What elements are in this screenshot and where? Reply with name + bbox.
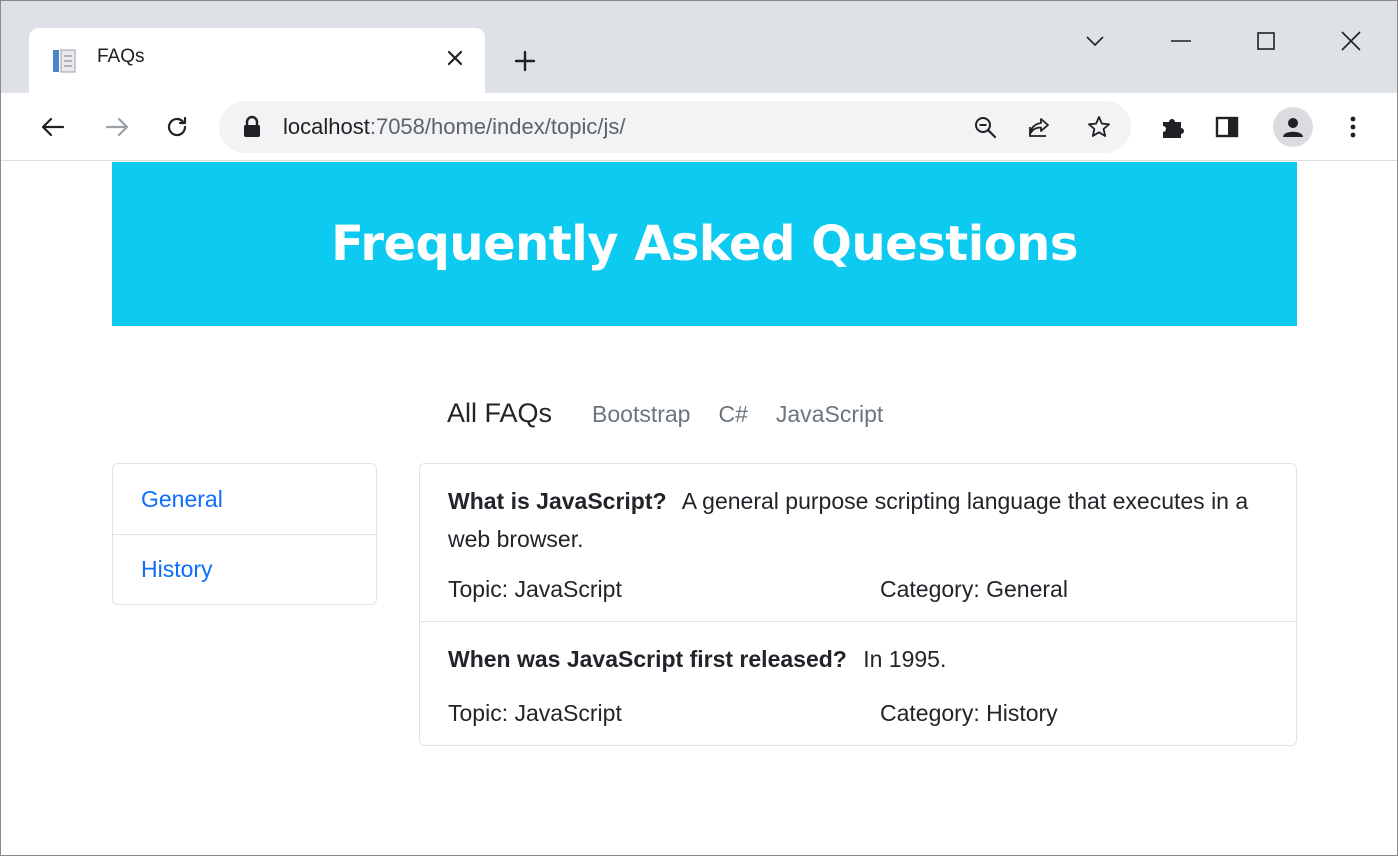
faq-meta: Topic: JavaScript Category: General [448,576,1268,603]
plus-icon [514,50,536,72]
tab-strip: FAQs [1,1,1397,93]
puzzle-icon [1163,119,1184,138]
lock-icon [244,115,260,137]
close-icon [1341,31,1361,51]
topic-link-all[interactable]: All FAQs [431,398,578,429]
faq-text: What is JavaScript? A general purpose sc… [448,482,1268,558]
zoom-out-icon [975,117,997,139]
arrow-right-icon [105,117,129,137]
close-icon [447,50,463,66]
minimize-button[interactable] [1161,23,1201,59]
faq-question: When was JavaScript first released? [448,646,847,672]
document-icon [53,49,76,73]
category-list: General History [112,463,377,605]
faq-list: What is JavaScript? A general purpose sc… [419,463,1297,746]
maximize-button[interactable] [1246,23,1286,59]
reload-button[interactable] [157,107,197,147]
faq-text: When was JavaScript first released? In 1… [448,640,1268,678]
tab-search-button[interactable] [1075,23,1115,59]
side-panel-icon [1215,116,1239,138]
arrow-left-icon [41,117,65,137]
new-tab-button[interactable] [505,41,545,81]
avatar-icon [1283,118,1303,137]
address-bar[interactable]: localhost:7058/home/index/topic/js/ [219,101,1131,153]
url-text: localhost:7058/home/index/topic/js/ [283,114,626,139]
tab-title: FAQs [97,46,145,67]
maximize-icon [1257,32,1275,50]
share-icon [1029,118,1049,137]
minimize-icon [1171,40,1191,42]
tab-faqs[interactable]: FAQs [29,28,485,93]
page-banner: Frequently Asked Questions [112,162,1297,326]
page-content: Frequently Asked Questions All FAQs Boot… [1,162,1397,855]
faq-meta: Topic: JavaScript Category: History [448,700,1268,727]
topic-nav: All FAQs Bootstrap C# JavaScript [431,398,897,438]
more-vert-icon [1350,116,1356,138]
topic-link-bootstrap[interactable]: Bootstrap [578,401,704,428]
category-link-general[interactable]: General [113,464,376,534]
profile-button[interactable] [1273,107,1313,147]
faq-item: When was JavaScript first released? In 1… [420,621,1296,745]
menu-button[interactable] [1333,107,1373,147]
faq-category: Category: General [880,576,1068,602]
close-tab-button[interactable] [439,42,471,74]
topic-link-csharp[interactable]: C# [704,401,761,428]
share-button[interactable] [1019,107,1059,147]
page-title: Frequently Asked Questions [331,216,1078,272]
forward-button[interactable] [97,107,137,147]
faq-question: What is JavaScript? [448,488,667,514]
category-link-history[interactable]: History [113,534,376,604]
extensions-button[interactable] [1153,107,1193,147]
chevron-down-icon [1086,36,1104,47]
browser-toolbar: localhost:7058/home/index/topic/js/ [1,93,1397,161]
faq-answer: In 1995. [863,646,947,672]
bookmark-button[interactable] [1079,107,1119,147]
star-icon [1088,116,1110,137]
reload-icon [167,116,187,137]
faq-item: What is JavaScript? A general purpose sc… [420,464,1296,621]
browser-window: FAQs localhost:7058/home/index/topic/js/… [0,0,1398,856]
faq-topic: Topic: JavaScript [448,700,622,726]
faq-category: Category: History [880,700,1058,726]
close-window-button[interactable] [1331,23,1371,59]
side-panel-button[interactable] [1207,107,1247,147]
zoom-button[interactable] [965,107,1005,147]
faq-topic: Topic: JavaScript [448,576,622,602]
topic-link-javascript[interactable]: JavaScript [762,401,897,428]
back-button[interactable] [33,107,73,147]
